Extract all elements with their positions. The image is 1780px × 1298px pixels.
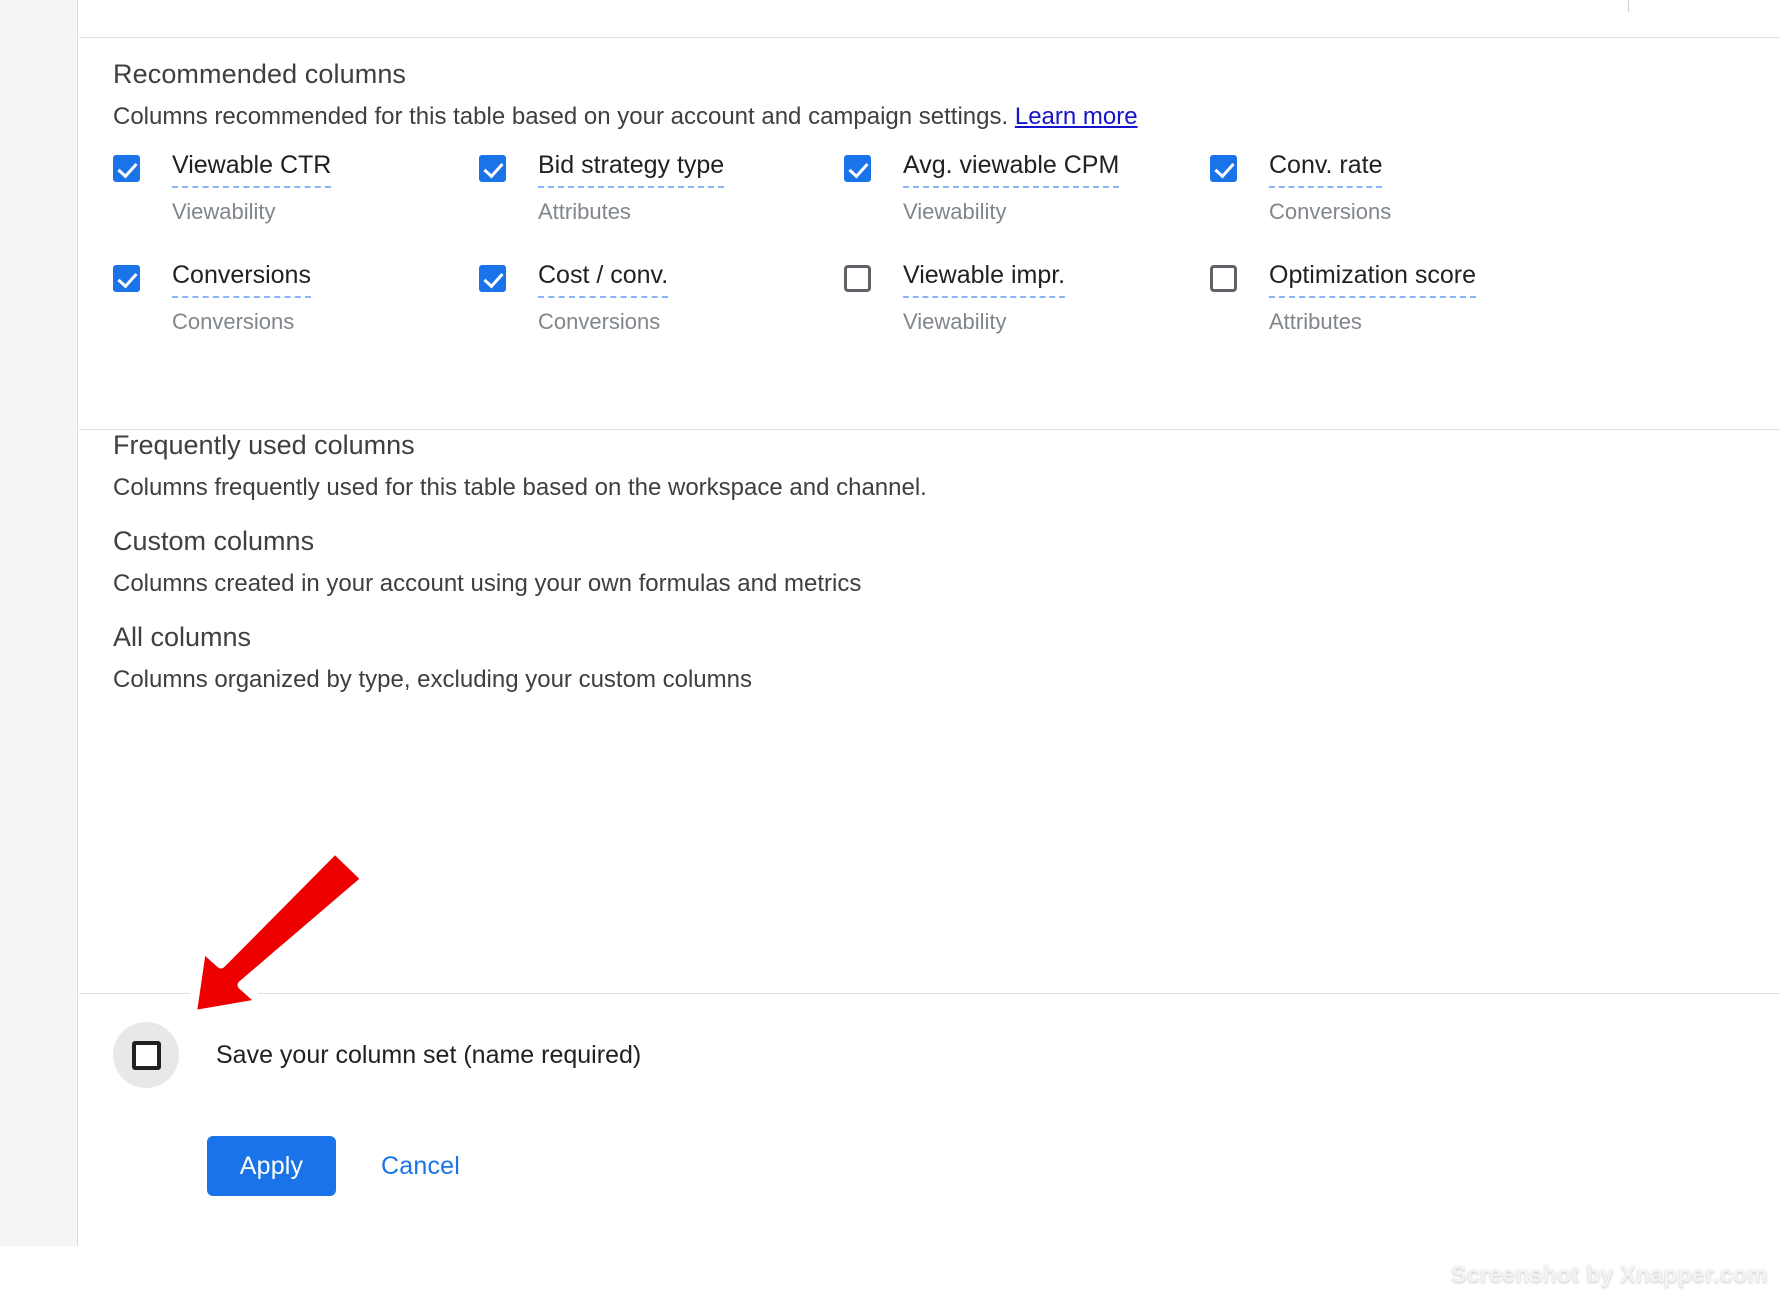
checkbox-avg-viewable-cpm[interactable] (844, 155, 871, 182)
section-title[interactable]: All columns (113, 622, 251, 653)
column-option-label[interactable]: Avg. viewable CPM (903, 151, 1120, 188)
footer-divider (79, 993, 1780, 994)
column-option-category: Conversions (1269, 199, 1392, 224)
column-option-conversions[interactable]: Conversions Conversions (113, 261, 473, 365)
column-option-label[interactable]: Viewable CTR (172, 151, 332, 188)
column-picker-panel: Recommended columns Columns recommended … (79, 0, 1780, 1246)
checkbox-cost-per-conv[interactable] (479, 265, 506, 292)
save-column-set-label: Save your column set (name required) (216, 1041, 642, 1069)
column-option-category: Conversions (538, 309, 661, 334)
recommended-columns-section: Recommended columns Columns recommended … (79, 39, 1780, 430)
column-option-category: Conversions (172, 309, 295, 334)
checkbox-conversions[interactable] (113, 265, 140, 292)
section-description: Columns organized by type, excluding you… (113, 666, 752, 693)
recommended-columns-description: Columns recommended for this table based… (113, 103, 1138, 131)
column-option-optimization-score[interactable]: Optimization score Attributes (1210, 261, 1570, 365)
learn-more-link[interactable]: Learn more (1015, 103, 1138, 130)
screenshot-root: Recommended columns Columns recommended … (0, 0, 1780, 1298)
recommended-columns-title: Recommended columns (113, 59, 407, 89)
column-option-category: Viewability (903, 199, 1007, 224)
recommended-description-text: Columns recommended for this table based… (113, 103, 1009, 130)
column-option-label[interactable]: Bid strategy type (538, 151, 725, 188)
watermark: Screenshot by Xnapper.com (1451, 1261, 1768, 1287)
column-option-category: Attributes (1269, 309, 1362, 334)
checkbox-optimization-score[interactable] (1210, 265, 1237, 292)
section-description: Columns frequently used for this table b… (113, 474, 927, 501)
column-option-category: Viewability (903, 309, 1007, 334)
column-option-label[interactable]: Viewable impr. (903, 261, 1066, 298)
apply-button[interactable]: Apply (207, 1136, 336, 1196)
panel-top-strip (79, 0, 1780, 38)
column-option-label[interactable]: Conversions (172, 261, 311, 298)
column-option-conv-rate[interactable]: Conv. rate Conversions (1210, 151, 1570, 255)
column-option-viewable-ctr[interactable]: Viewable CTR Viewability (113, 151, 473, 255)
checkbox-bid-strategy-type[interactable] (479, 155, 506, 182)
column-option-cost-per-conv[interactable]: Cost / conv. Conversions (479, 261, 839, 365)
section-title[interactable]: Frequently used columns (113, 430, 415, 461)
section-title[interactable]: Custom columns (113, 526, 314, 557)
column-option-label[interactable]: Optimization score (1269, 261, 1477, 298)
column-option-bid-strategy-type[interactable]: Bid strategy type Attributes (479, 151, 839, 255)
recommended-columns-row-2: Conversions Conversions Cost / conv. Con… (113, 261, 1753, 371)
top-tick-marker (1628, 0, 1629, 12)
checkbox-save-column-set[interactable] (132, 1041, 161, 1070)
recommended-columns-row-1: Viewable CTR Viewability Bid strategy ty… (113, 151, 1753, 261)
checkbox-viewable-ctr[interactable] (113, 155, 140, 182)
column-option-avg-viewable-cpm[interactable]: Avg. viewable CPM Viewability (844, 151, 1204, 255)
checkbox-viewable-impr[interactable] (844, 265, 871, 292)
column-option-category: Viewability (172, 199, 276, 224)
left-gutter (0, 0, 78, 1246)
column-option-category: Attributes (538, 199, 631, 224)
checkbox-conv-rate[interactable] (1210, 155, 1237, 182)
column-option-label[interactable]: Conv. rate (1269, 151, 1383, 188)
cancel-button[interactable]: Cancel (373, 1136, 468, 1196)
recommended-columns-grid: Viewable CTR Viewability Bid strategy ty… (113, 151, 1753, 371)
column-option-label[interactable]: Cost / conv. (538, 261, 669, 298)
section-description: Columns created in your account using yo… (113, 570, 862, 597)
column-option-viewable-impr[interactable]: Viewable impr. Viewability (844, 261, 1204, 365)
